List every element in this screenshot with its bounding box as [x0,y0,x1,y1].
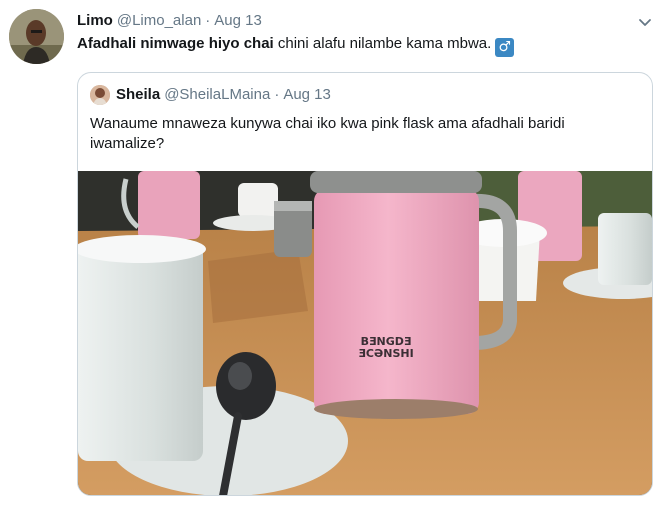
quoted-text: Wanaume mnaweza kunywa chai iko kwa pink… [90,115,565,152]
quoted-date: Aug 13 [283,86,331,103]
separator-dot: · [205,12,211,29]
tweet-date[interactable]: Aug 13 [214,12,262,29]
male-sign-emoji-icon: ♂ [495,38,515,57]
quoted-separator-dot: · [274,86,280,103]
tweet-text-bold: Afadhali nimwage hiyo chai [77,35,274,52]
author-handle[interactable]: @Limo_alan [117,12,201,29]
author-avatar[interactable] [9,9,64,64]
quoted-tweet[interactable]: Sheila @SheilaLMaina · Aug 13 Wanaume mnawe… [77,72,653,496]
tweet-text-rest: chini alafu nilambe kama mbwa. [273,35,492,52]
quoted-author-handle: @SheilaLMaina [164,86,271,103]
author-name[interactable]: Limo [77,12,113,29]
tweet[interactable]: Limo @Limo_alan · Aug 13 Afadhali nimwage h… [0,0,666,506]
quoted-author-avatar [90,85,110,105]
tweet-text: Afadhali nimwage hiyo chai chini alafu n… [77,34,647,57]
quoted-author-name: Sheila [116,86,161,103]
chevron-down-icon[interactable] [636,13,654,31]
tweet-photo[interactable]: BƎNGDƎ ƎCƏNSHI [78,171,652,495]
tweet-header: Limo @Limo_alan · Aug 13 [77,11,262,31]
flask-print-line2: ƎCƏNSHI [358,347,413,360]
quoted-header: Sheila @SheilaLMaina · Aug 13 [116,85,331,105]
